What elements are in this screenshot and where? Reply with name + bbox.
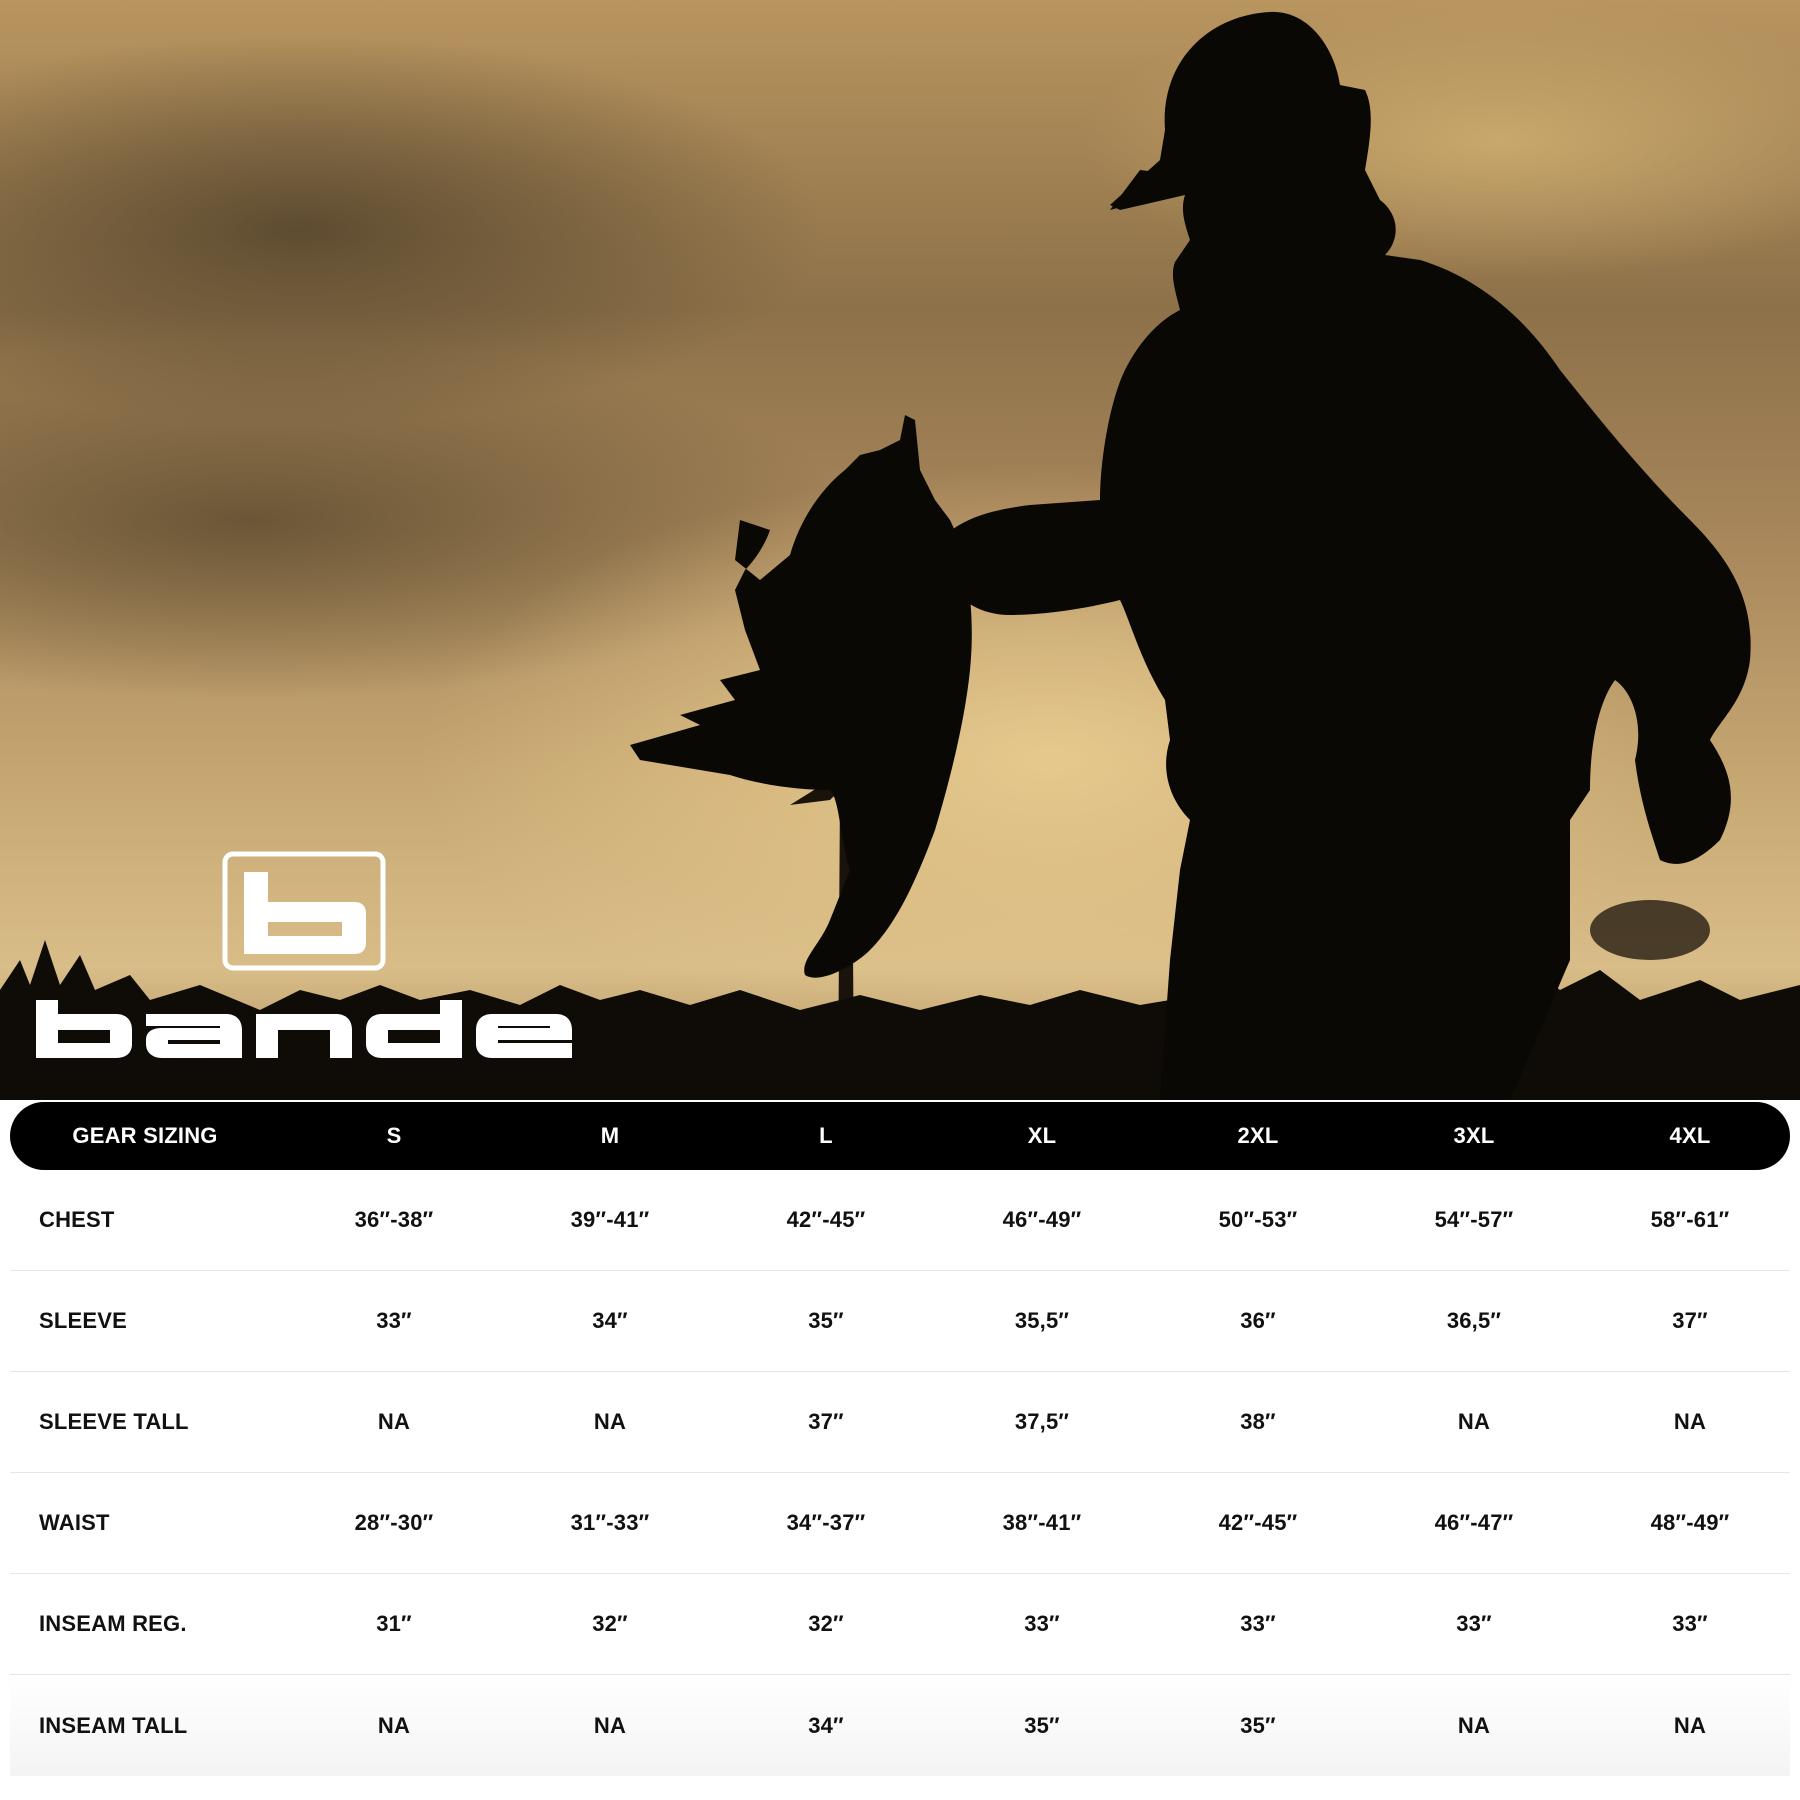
table-row: CHEST 36″-38″ 39″-41″ 42″-45″ 46″-49″ 50″-53″… <box>10 1170 1790 1271</box>
table-cell: 33″ <box>1240 1611 1276 1636</box>
table-cell: 33″ <box>1672 1611 1708 1636</box>
table-cell: NA <box>377 1409 411 1434</box>
table-cell: 37″ <box>1672 1308 1708 1333</box>
table-cell: 33″ <box>376 1308 412 1333</box>
header-size-l: L <box>819 1123 833 1148</box>
banded-b-logo-icon <box>36 851 572 1058</box>
header-gear-sizing: GEAR SIZING <box>72 1123 218 1148</box>
table-cell: NA <box>377 1712 411 1738</box>
table-cell: 28″-30″ <box>354 1510 434 1535</box>
table-row: SLEEVE TALL NA NA 37″ 37,5″ 38″ NA NA <box>10 1372 1790 1473</box>
table-row: SLEEVE 33″ 34″ 35″ 35,5″ 36″ 36,5″ 37″ <box>10 1271 1790 1372</box>
row-label: SLEEVE TALL <box>39 1409 189 1434</box>
table-cell: 34″-37″ <box>786 1510 866 1535</box>
table-row: INSEAM TALL NA NA 34″ 35″ 35″ NA NA <box>10 1675 1790 1776</box>
table-cell: 33″ <box>1024 1611 1060 1636</box>
table-cell: NA <box>1457 1409 1491 1434</box>
table-cell: 38″-41″ <box>1002 1510 1082 1535</box>
table-cell: 42″-45″ <box>786 1207 866 1232</box>
bird-silhouette <box>630 415 972 978</box>
row-label: INSEAM TALL <box>39 1712 188 1738</box>
table-cell: 32″ <box>808 1611 844 1636</box>
table-cell: 33″ <box>1456 1611 1492 1636</box>
table-cell: 38″ <box>1240 1409 1276 1434</box>
header-size-4xl: 4XL <box>1669 1123 1711 1148</box>
table-cell: NA <box>593 1409 627 1434</box>
table-cell: 54″-57″ <box>1434 1207 1514 1232</box>
table-cell: 42″-45″ <box>1218 1510 1298 1535</box>
header-size-2xl: 2XL <box>1237 1123 1279 1148</box>
table-cell: 34″ <box>808 1712 844 1738</box>
size-chart-header-row: GEAR SIZING S M L XL 2XL 3XL 4XL <box>10 1102 1790 1170</box>
table-cell: 50″-53″ <box>1218 1207 1298 1232</box>
header-size-s: S <box>386 1123 402 1148</box>
table-cell: 31″ <box>376 1611 412 1636</box>
hero-banner <box>0 0 1800 1100</box>
table-cell: NA <box>1457 1712 1491 1738</box>
table-cell: 46″-49″ <box>1002 1207 1082 1232</box>
table-cell: 36″ <box>1240 1308 1276 1333</box>
table-cell: 32″ <box>592 1611 628 1636</box>
table-cell: NA <box>1673 1712 1707 1738</box>
banded-logo <box>36 850 596 1060</box>
header-size-3xl: 3XL <box>1453 1123 1495 1148</box>
table-cell: 31″-33″ <box>570 1510 650 1535</box>
table-cell: NA <box>1673 1409 1707 1434</box>
table-cell: 37″ <box>808 1409 844 1434</box>
row-label: SLEEVE <box>39 1308 128 1333</box>
table-cell: 37,5″ <box>1014 1409 1070 1434</box>
size-chart-table: GEAR SIZING S M L XL 2XL 3XL 4XL CHEST 36… <box>10 1102 1790 1800</box>
table-cell: 34″ <box>592 1308 628 1333</box>
table-row: WAIST 28″-30″ 31″-33″ 34″-37″ 38″-41″ 42″-45″… <box>10 1473 1790 1574</box>
table-cell: 46″-47″ <box>1434 1510 1514 1535</box>
table-cell: 35″ <box>1240 1712 1276 1738</box>
table-cell: 35,5″ <box>1014 1308 1070 1333</box>
row-label: INSEAM REG. <box>39 1611 187 1636</box>
table-cell: 36,5″ <box>1446 1308 1502 1333</box>
table-cell: 58″-61″ <box>1650 1207 1730 1232</box>
table-cell: NA <box>593 1712 627 1738</box>
header-size-xl: XL <box>1027 1123 1057 1148</box>
blurred-bird <box>1590 900 1710 960</box>
table-cell: 35″ <box>1024 1712 1060 1738</box>
table-cell: 48″-49″ <box>1650 1510 1730 1535</box>
row-label: WAIST <box>39 1510 110 1535</box>
table-row: INSEAM REG. 31″ 32″ 32″ 33″ 33″ 33″ 33″ <box>10 1574 1790 1675</box>
row-label: CHEST <box>39 1207 115 1232</box>
table-cell: 36″-38″ <box>354 1207 434 1232</box>
table-cell: 35″ <box>808 1308 844 1333</box>
header-size-m: M <box>600 1123 620 1148</box>
table-cell: 39″-41″ <box>570 1207 650 1232</box>
